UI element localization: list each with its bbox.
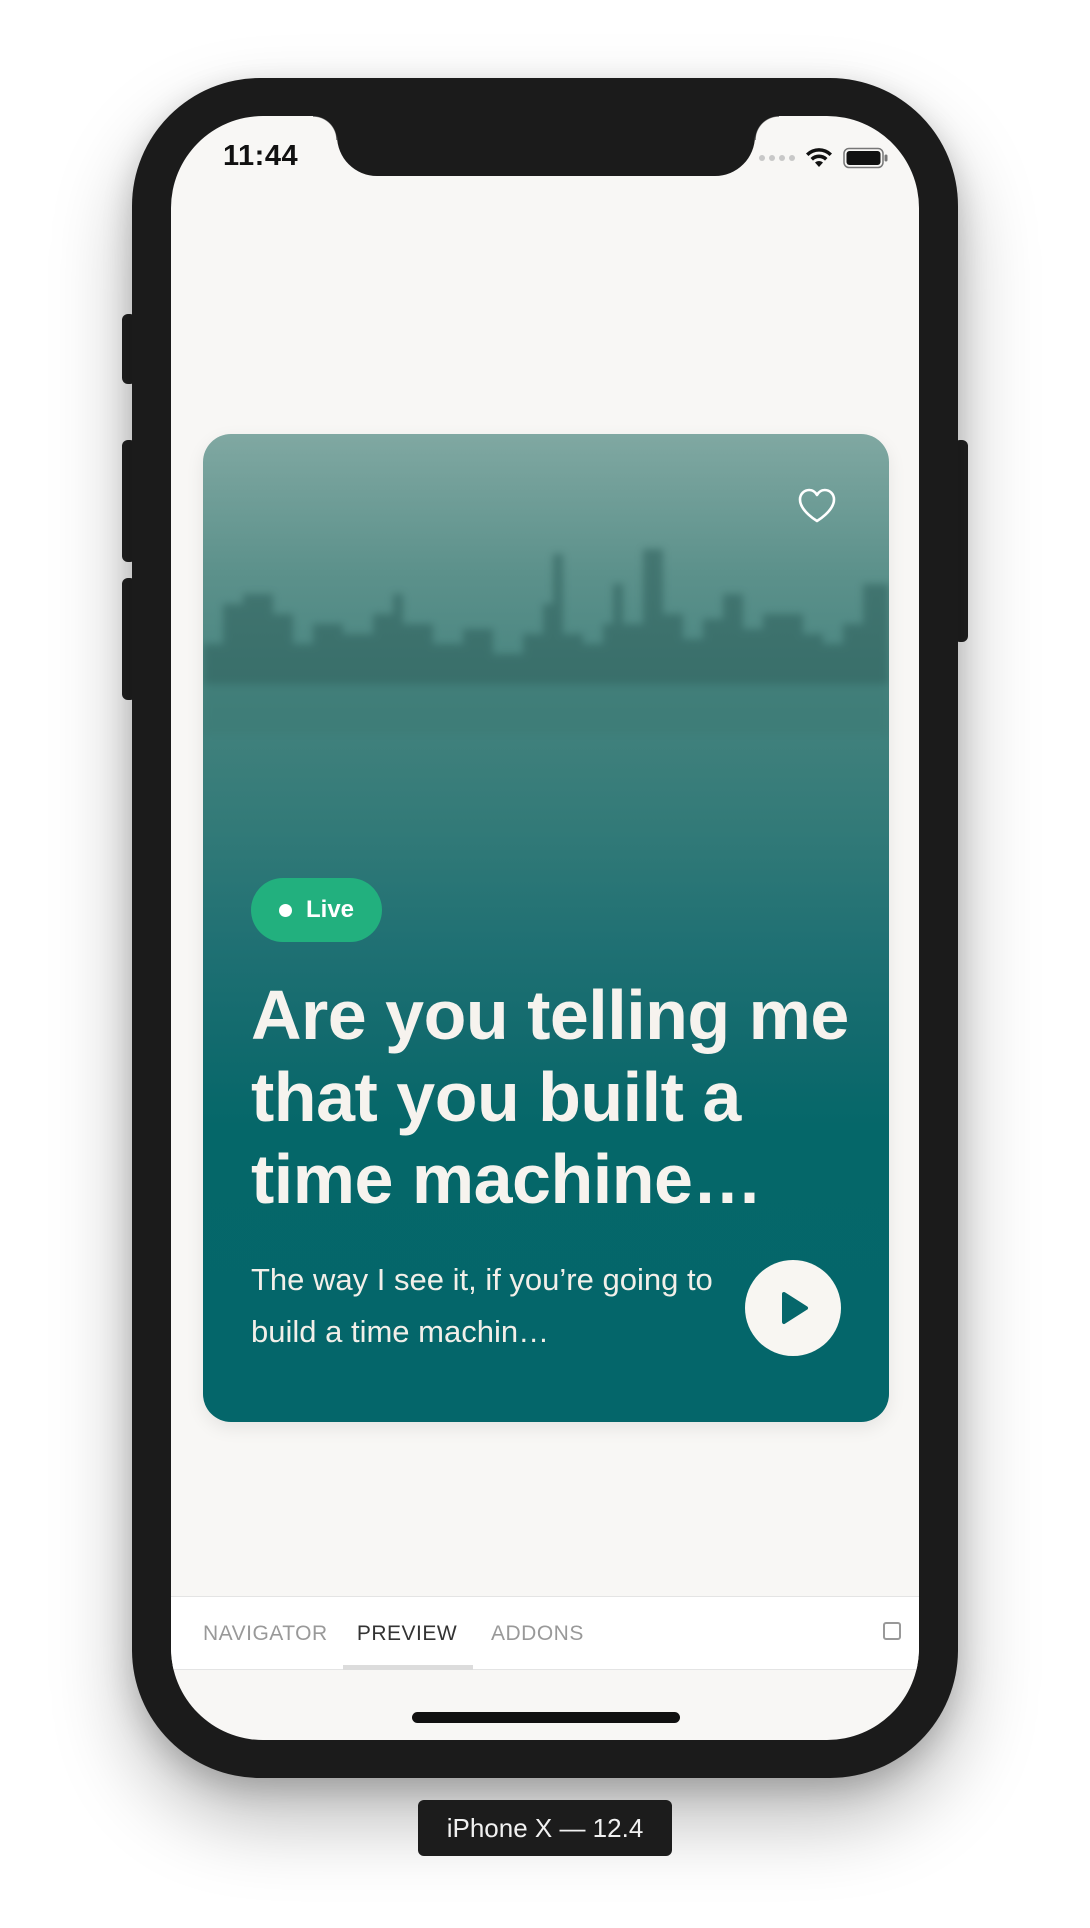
fullscreen-toggle-icon[interactable]: [883, 1622, 901, 1640]
featured-card[interactable]: Live Are you telling me that you built a…: [203, 434, 889, 1422]
tab-addons[interactable]: ADDONS: [491, 1597, 584, 1670]
notch: [313, 116, 779, 176]
addons-panel-tabbar: NAVIGATOR PREVIEW ADDONS: [171, 1596, 919, 1670]
active-tab-indicator: [343, 1665, 473, 1670]
live-badge-label: Live: [306, 896, 355, 923]
play-button[interactable]: [745, 1260, 841, 1356]
device-label: iPhone X — 12.4: [418, 1800, 672, 1856]
live-badge: Live: [251, 878, 383, 942]
cellular-signal-icon: [759, 155, 795, 161]
simulator-stage: 11:44 Live Are you telling me that you b…: [0, 0, 1090, 1928]
live-dot-icon: [279, 903, 292, 917]
home-indicator: [412, 1712, 680, 1723]
status-icons: [759, 146, 889, 170]
tab-preview[interactable]: PREVIEW: [343, 1597, 471, 1670]
play-icon: [782, 1292, 808, 1324]
card-description: The way I see it, if you’re going to bui…: [251, 1262, 713, 1349]
tab-navigator[interactable]: NAVIGATOR: [203, 1597, 328, 1670]
heart-outline-icon[interactable]: [795, 484, 839, 528]
phone-screen: 11:44 Live Are you telling me that you b…: [171, 116, 919, 1740]
skyline-background: [203, 549, 889, 734]
status-time: 11:44: [223, 140, 299, 172]
wifi-icon: [806, 148, 832, 167]
card-title: Are you telling me that you built a time…: [251, 976, 849, 1218]
battery-icon: [843, 147, 888, 169]
